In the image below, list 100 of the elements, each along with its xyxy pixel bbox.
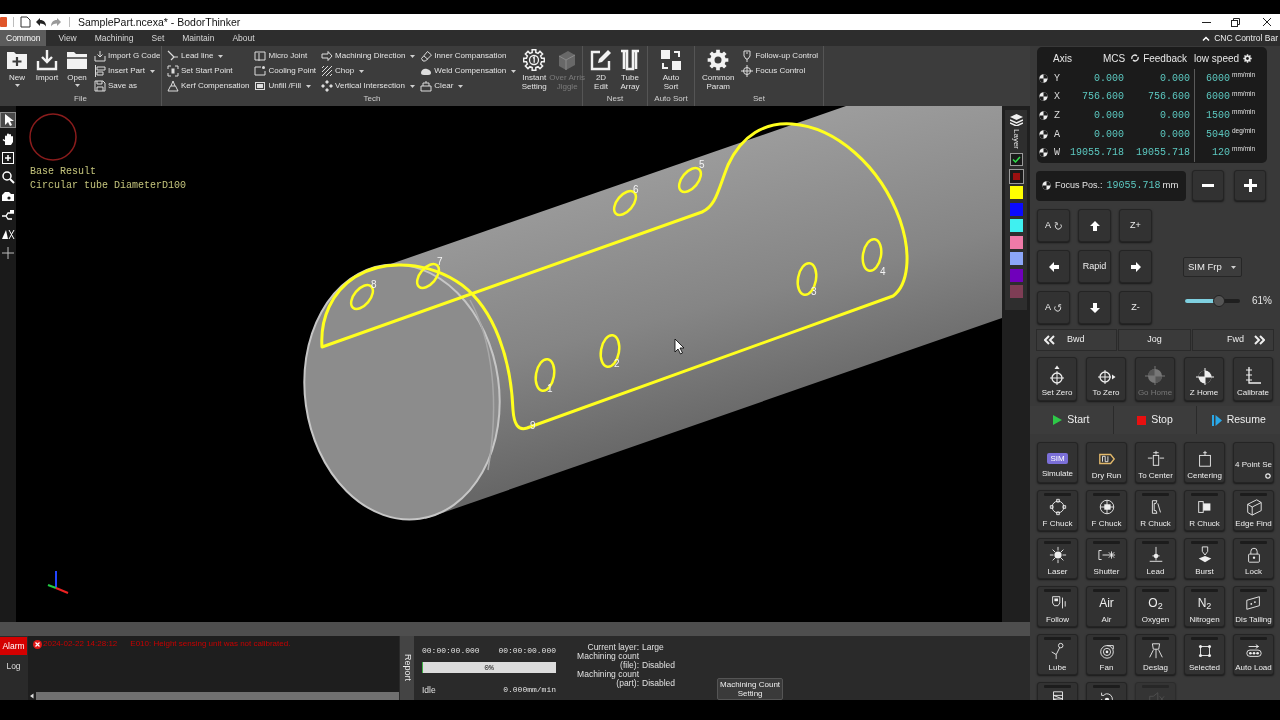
ribbon-dropdown-button[interactable]: Clear: [420, 79, 517, 93]
motion-button[interactable]: Rapid: [1078, 250, 1111, 283]
position-button[interactable]: Z Home: [1184, 357, 1224, 401]
left-arrow-icon[interactable]: [28, 692, 36, 700]
motion-button[interactable]: [1078, 291, 1111, 324]
ribbon-dropdown-button[interactable]: Lead line: [167, 49, 250, 63]
motion-button[interactable]: [1078, 209, 1111, 242]
jog-bar-button[interactable]: Fwd: [1192, 329, 1274, 351]
scrollbar-thumb[interactable]: [36, 692, 399, 700]
close-icon[interactable]: [1262, 17, 1272, 27]
position-button[interactable]: Calibrate: [1233, 357, 1273, 401]
frp-dropdown[interactable]: SIM Frp: [1183, 257, 1242, 277]
function-button[interactable]: Dis Tailing: [1233, 586, 1274, 627]
ribbon-button[interactable]: 2D Edit: [588, 49, 614, 91]
function-button[interactable]: Centering: [1184, 442, 1225, 483]
function-button[interactable]: Burst: [1184, 538, 1225, 579]
ribbon-button[interactable]: Focus Control: [741, 64, 819, 78]
function-button[interactable]: 4 Point Se: [1233, 442, 1274, 483]
jog-bar-button[interactable]: Bwd: [1036, 329, 1117, 351]
function-button[interactable]: Fan: [1086, 634, 1127, 675]
ribbon-button[interactable]: Instant Setting: [521, 49, 548, 91]
menu-tab[interactable]: View: [52, 30, 83, 46]
ribbon-dropdown-button[interactable]: Open: [64, 49, 90, 87]
function-button[interactable]: To Center: [1135, 442, 1176, 483]
menu-tab[interactable]: About: [226, 30, 261, 46]
increase-button[interactable]: [1234, 170, 1266, 201]
ribbon-dropdown-button[interactable]: Machining Direction: [321, 49, 416, 63]
hand-icon[interactable]: [1, 132, 15, 146]
function-button[interactable]: Auto Load: [1233, 634, 1274, 675]
rotate-axis-button[interactable]: A: [1037, 209, 1070, 242]
pointer-icon[interactable]: [1, 113, 15, 127]
speed-slider[interactable]: [1185, 294, 1240, 307]
function-button[interactable]: Selected: [1184, 634, 1225, 675]
function-button[interactable]: F Chuck: [1086, 490, 1127, 531]
ribbon-button[interactable]: Import G Code: [94, 49, 161, 63]
layer-swatch[interactable]: [1009, 202, 1023, 216]
menu-tab[interactable]: Maintain: [176, 30, 221, 46]
position-button[interactable]: Set Zero: [1037, 357, 1077, 401]
sync-icon[interactable]: [1131, 54, 1140, 62]
run-button[interactable]: Resume: [1197, 406, 1280, 434]
slider-thumb[interactable]: [1212, 294, 1225, 307]
triangle-cross-icon[interactable]: [1, 227, 15, 241]
motion-button[interactable]: [1037, 250, 1070, 283]
panel-toggle-button[interactable]: CNC Control Bar: [1202, 30, 1278, 46]
layer-swatch[interactable]: [1009, 252, 1023, 265]
function-button[interactable]: Deslag: [1135, 634, 1176, 675]
function-button[interactable]: R Chuck: [1135, 490, 1176, 531]
ribbon-button[interactable]: Tube Array: [617, 49, 643, 91]
ribbon-button[interactable]: Set Start Point: [167, 64, 250, 78]
ribbon-button[interactable]: Cooling Point: [254, 64, 317, 78]
run-button[interactable]: Stop: [1113, 406, 1197, 434]
function-button[interactable]: Lock: [1233, 538, 1274, 579]
ribbon-button[interactable]: Micro Joint: [254, 49, 317, 63]
ribbon-dropdown-button[interactable]: Vertical Intersection: [321, 79, 416, 93]
ribbon-button[interactable]: Follow-up Control: [741, 49, 819, 63]
branch-icon[interactable]: [1, 208, 15, 222]
layer-swatch[interactable]: [1009, 186, 1023, 199]
layer-swatch[interactable]: [1009, 268, 1023, 282]
ribbon-button[interactable]: Common Param: [701, 49, 736, 91]
function-button[interactable]: N$_{2}$ Nitrogen: [1184, 586, 1225, 627]
function-button[interactable]: Follow: [1037, 586, 1078, 627]
camera-icon[interactable]: [1, 189, 15, 203]
ribbon-dropdown-button[interactable]: Weld Compensation: [420, 64, 517, 78]
gear-icon[interactable]: [1243, 53, 1253, 63]
search-icon[interactable]: [1, 170, 15, 184]
menu-tab[interactable]: Machining: [88, 30, 140, 46]
motion-button[interactable]: Z+: [1119, 209, 1152, 242]
ribbon-button[interactable]: Inner Compansation: [420, 49, 517, 63]
run-button[interactable]: Start: [1030, 406, 1113, 434]
ribbon-dropdown-button[interactable]: New: [4, 49, 30, 87]
decrease-button[interactable]: [1192, 170, 1224, 201]
drawing-canvas[interactable]: Base Result Circular tube DiameterD100 1 2 3 4 5 6 7 8 9: [16, 106, 1002, 622]
ribbon-button[interactable]: Kerf Compensation: [167, 79, 250, 93]
plus-square-icon[interactable]: [1, 151, 15, 165]
function-button[interactable]: F Chuck: [1037, 490, 1078, 531]
undo-icon[interactable]: [35, 17, 47, 27]
menu-tab[interactable]: Common: [0, 30, 47, 46]
ribbon-button[interactable]: Save as: [94, 79, 161, 93]
position-button[interactable]: To Zero: [1086, 357, 1126, 401]
crosshair-icon[interactable]: [1, 246, 15, 260]
function-button[interactable]: Edge Find: [1233, 490, 1274, 531]
count-setting-button[interactable]: Machining Count Setting: [717, 678, 784, 700]
function-button[interactable]: O$_{2}$ Oxygen: [1135, 586, 1176, 627]
function-button[interactable]: Shutter: [1086, 538, 1127, 579]
motion-button[interactable]: [1119, 250, 1152, 283]
ribbon-dropdown-button[interactable]: Chop: [321, 64, 416, 78]
function-button[interactable]: SIM Simulate: [1037, 442, 1078, 483]
rotate-axis-button[interactable]: A: [1037, 291, 1070, 324]
layer-swatch[interactable]: [1009, 285, 1023, 298]
report-tab[interactable]: Report: [400, 636, 414, 700]
ribbon-dropdown-button[interactable]: Unfill /Fill: [254, 79, 317, 93]
horizontal-scrollbar[interactable]: [0, 622, 1030, 636]
function-button[interactable]: Lead: [1135, 538, 1176, 579]
document-icon[interactable]: [20, 16, 31, 28]
ribbon-dropdown-button[interactable]: Insert Part: [94, 64, 161, 78]
ribbon-button[interactable]: Auto Sort: [658, 49, 684, 91]
check-icon[interactable]: [1009, 153, 1023, 166]
menu-tab[interactable]: Set: [145, 30, 171, 46]
layer-swatch[interactable]: [1009, 235, 1023, 249]
function-button[interactable]: R Chuck: [1184, 490, 1225, 531]
